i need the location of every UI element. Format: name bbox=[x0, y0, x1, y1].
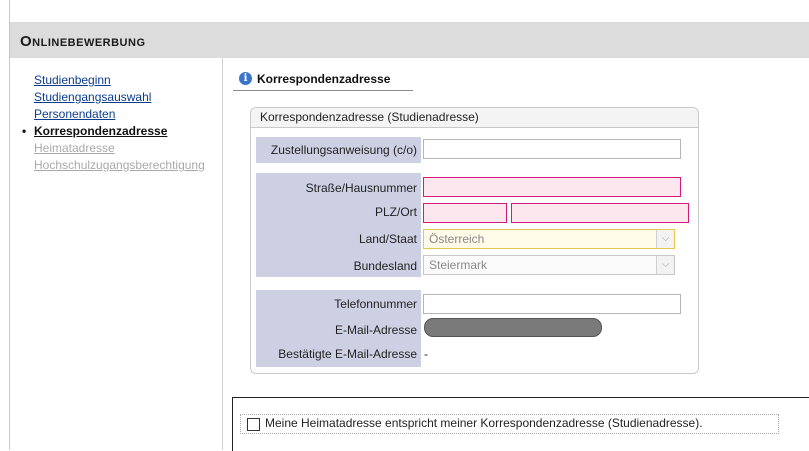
info-icon: i bbox=[239, 72, 252, 85]
land-select[interactable]: Österreich ⌵ bbox=[423, 229, 675, 249]
bundesland-select[interactable]: Steiermark ⌵ bbox=[423, 255, 675, 275]
section-title: Korrespondenzadresse bbox=[257, 72, 391, 86]
strasse-input[interactable] bbox=[423, 177, 681, 197]
sidebar-item-hochschulzugangsberechtigung: Hochschulzugangsberechtigung bbox=[34, 158, 205, 172]
fieldset-title: Korrespondenzadresse (Studienadresse) bbox=[260, 110, 479, 124]
chevron-down-icon: ⌵ bbox=[656, 256, 674, 274]
bundesland-label: Bundesland bbox=[353, 259, 417, 273]
active-bullet: • bbox=[22, 124, 27, 138]
zustellung-input[interactable] bbox=[423, 139, 681, 159]
same-address-label[interactable]: Meine Heimatadresse entspricht meiner Ko… bbox=[265, 416, 703, 430]
fieldset-header: Korrespondenzadresse (Studienadresse) bbox=[251, 108, 698, 128]
telefon-label: Telefonnummer bbox=[334, 297, 417, 311]
ort-input[interactable] bbox=[511, 203, 689, 223]
sidebar-nav: Studienbeginn Studiengangsauswahl Person… bbox=[22, 72, 224, 174]
sidebar-item-studienbeginn[interactable]: Studienbeginn bbox=[34, 72, 224, 89]
plzort-label: PLZ/Ort bbox=[374, 205, 417, 219]
redacted-email bbox=[424, 318, 602, 337]
email-label: E-Mail-Adresse bbox=[334, 323, 417, 337]
sidebar-item-label: Korrespondenzadresse bbox=[34, 124, 168, 138]
same-address-option[interactable]: Meine Heimatadresse entspricht meiner Ko… bbox=[240, 414, 779, 434]
sidebar-item-studiengangsauswahl[interactable]: Studiengangsauswahl bbox=[34, 89, 224, 106]
sidebar-item-personendaten[interactable]: Personendaten bbox=[34, 106, 224, 123]
app-title: Onlinebewerbung bbox=[20, 33, 146, 50]
land-label: Land/Staat bbox=[358, 232, 417, 246]
chevron-down-icon: ⌵ bbox=[656, 230, 674, 248]
email-confirmed-value: - bbox=[424, 347, 428, 361]
section-heading: i Korrespondenzadresse bbox=[233, 70, 413, 91]
sidebar-item-heimatadresse: Heimatadresse bbox=[34, 141, 115, 155]
zustellung-label: Zustellungsanweisung (c/o) bbox=[270, 143, 417, 157]
telefon-input[interactable] bbox=[423, 294, 681, 314]
same-address-checkbox[interactable] bbox=[247, 418, 260, 431]
plz-input[interactable] bbox=[423, 203, 507, 223]
sidebar-item-korrespondenzadresse[interactable]: • Korrespondenzadresse bbox=[22, 123, 224, 140]
email-confirmed-label: Bestätigte E-Mail-Adresse bbox=[278, 347, 417, 361]
strasse-label: Straße/Hausnummer bbox=[305, 181, 417, 195]
land-select-value: Österreich bbox=[429, 232, 485, 246]
bundesland-select-value: Steiermark bbox=[429, 258, 488, 272]
